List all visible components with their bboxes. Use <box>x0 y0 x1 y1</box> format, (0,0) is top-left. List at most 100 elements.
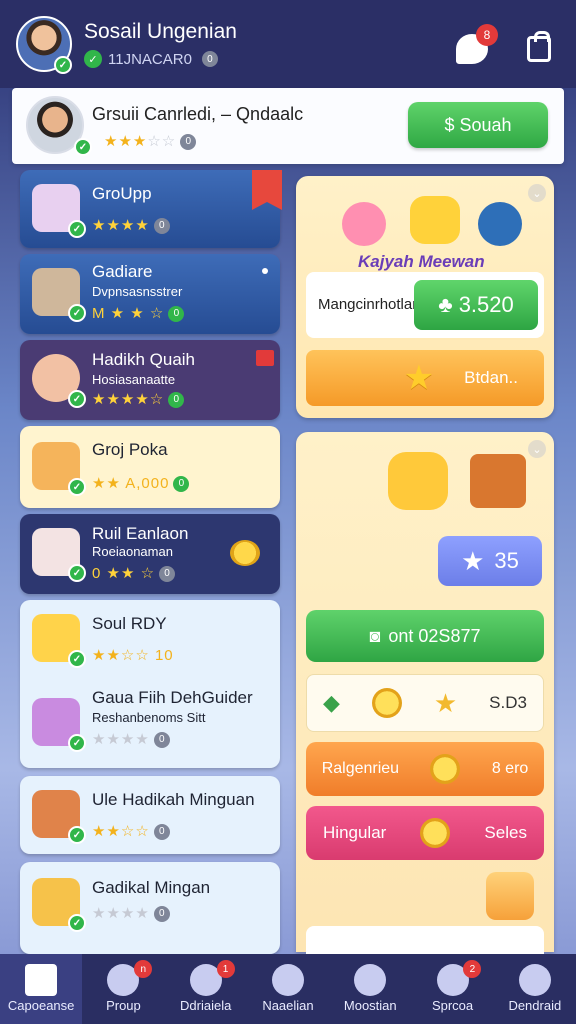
reward-row[interactable] <box>306 926 544 956</box>
flag-icon[interactable] <box>256 350 274 366</box>
group-badge: 0 <box>168 305 185 322</box>
bag-icon[interactable] <box>527 31 551 62</box>
group-thumbnail: ✓ <box>32 528 86 582</box>
group-title: Gadiare <box>92 262 153 281</box>
reward-value: Seles <box>484 823 527 842</box>
top-bar: ✓ Sosail Ungenian ✓ 11JNACAR0 0 8 <box>0 0 576 88</box>
group-list: ✓ GroUpp ★★★★ 0 ✓ Gadiare Dvpnsasnsstrer … <box>12 164 292 954</box>
reward-row[interactable]: Hingular Seles <box>306 806 544 860</box>
search-icon <box>271 964 304 996</box>
nav-home[interactable]: Capoeanse <box>0 954 83 1024</box>
nav-label: Proup <box>106 998 141 1013</box>
coin-icon <box>420 818 451 848</box>
gift-icon: ◙ <box>369 625 381 646</box>
promo-banner: Kajyah Meewan <box>338 196 528 276</box>
nav-label: Dendraid <box>508 998 562 1013</box>
group-rating: ★★★★ <box>92 217 150 234</box>
chevron-down-icon[interactable]: ⌄ <box>528 440 546 458</box>
coin-icon <box>230 540 260 566</box>
claim-label: Btdan.. <box>464 368 518 387</box>
chevron-down-icon[interactable]: ⌄ <box>528 184 546 202</box>
bookmark-icon[interactable] <box>252 170 282 210</box>
group-rating: ★★ A,000 <box>92 475 170 492</box>
info-badge: 0 <box>201 51 218 67</box>
nav-label: Naaelian <box>262 998 314 1013</box>
group-rating: ★★☆☆ 10 <box>92 647 174 664</box>
group-badge: 0 <box>153 731 170 748</box>
reward-value: S.D3 <box>489 693 527 712</box>
nav-label: Ddriaiela <box>180 998 232 1013</box>
nav-friends[interactable]: 2 Sprcoa <box>411 954 493 1024</box>
coin-icon <box>430 754 461 784</box>
nav-explore[interactable]: Moostian <box>329 954 411 1024</box>
stars-count: 35 <box>494 548 519 573</box>
group-subtitle: Reshanbenoms Sitt <box>92 710 206 725</box>
group-badge: 0 <box>168 391 185 408</box>
group-rating: 0 ★★ ☆ <box>92 565 156 582</box>
list-item[interactable]: ✓ Gadiare Dvpnsasnsstrer M ★ ★ ☆ 0 <box>20 254 280 334</box>
verified-icon: ✓ <box>68 220 86 238</box>
group-title: GroUpp <box>92 184 152 203</box>
basket-icon[interactable] <box>486 872 534 920</box>
list-item[interactable]: ✓ Ule Hadikah Minguan ★★☆☆ 0 <box>20 776 280 854</box>
group-subtitle: Dvpnsasnsstrer <box>92 284 183 299</box>
nav-badge: 2 <box>463 960 482 978</box>
nav-profile[interactable]: Dendraid <box>494 954 576 1024</box>
rating-badge: 0 <box>180 133 197 150</box>
group-rating: ★★☆☆ <box>92 823 150 840</box>
nav-messages[interactable]: 1 Ddriaiela <box>165 954 247 1024</box>
person-icon <box>518 964 551 996</box>
group-rating: ★★★★☆ <box>92 391 165 408</box>
nav-badge: n <box>134 960 153 978</box>
group-title: Hadikh Quaih <box>92 350 196 369</box>
list-item[interactable]: ✓ GroUpp ★★★★ 0 <box>20 170 282 248</box>
home-icon <box>25 964 58 996</box>
stars-empty: ☆☆ <box>147 133 177 150</box>
blob-mascot-icon <box>478 202 522 246</box>
clover-icon: ♣ <box>438 292 453 317</box>
list-item[interactable]: ✓ Gadikal Mingan ★★★★ 0 <box>20 862 280 954</box>
verified-icon: ✓ <box>68 478 86 496</box>
verified-icon: ✓ <box>68 564 86 582</box>
nav-group[interactable]: n Proup <box>82 954 164 1024</box>
group-rating: ★★★★ <box>92 905 150 922</box>
redeem-button[interactable]: ◙ ont 02S877 <box>306 610 544 662</box>
group-badge: 0 <box>153 905 170 922</box>
star-icon: ★ <box>461 545 485 576</box>
group-subtitle: Hosiasanaatte <box>92 372 176 387</box>
verified-icon: ✓ <box>68 650 86 668</box>
user-id-text: 11JNACAR0 <box>108 50 192 68</box>
list-item[interactable]: ✓ Soul RDY ★★☆☆ 10 ✓ Gaua Fiih DehGuider… <box>20 600 280 768</box>
search-button[interactable]: $ Souah <box>408 102 548 148</box>
mascot-icon <box>342 202 386 246</box>
group-thumbnail: ✓ <box>32 790 86 844</box>
balance-button[interactable]: ♣ 3.520 <box>414 280 538 330</box>
stars-count-button[interactable]: ★ 35 <box>438 536 542 586</box>
verified-icon: ✓ <box>68 390 86 408</box>
group-thumbnail: ✓ <box>32 268 86 322</box>
reward-row[interactable]: Ralgenrieu 8 ero <box>306 742 544 796</box>
nav-label: Moostian <box>343 998 397 1013</box>
coin-icon <box>371 688 402 718</box>
group-thumbnail: ✓ <box>32 442 86 496</box>
group-rating: M ★ ★ ☆ <box>92 305 165 322</box>
stars-filled: ★★★ <box>104 133 148 150</box>
star-mascot-icon <box>410 196 460 244</box>
verified-icon: ✓ <box>68 304 86 322</box>
group-title: Ruil Eanlaon <box>92 524 189 543</box>
group-title: Gadikal Mingan <box>92 878 211 897</box>
group-thumbnail: ✓ <box>32 878 86 932</box>
claim-button[interactable]: ★ Btdan.. <box>306 350 544 406</box>
rewards-panel: ⌄ ★ 35 ◙ ont 02S877 ◆ ★ S.D3 Ralgenrieu … <box>296 432 554 956</box>
star-icon: ★ <box>433 687 458 718</box>
profile-rating: ★★★☆☆ 0 <box>104 132 197 151</box>
redeem-label: ont 02S877 <box>388 625 481 646</box>
group-thumbnail: ✓ <box>32 614 86 668</box>
balance-label: Mangcinrhotlar <box>318 296 418 313</box>
balance-row: Mangcinrhotlar ♣ 3.520 <box>306 272 544 338</box>
list-item[interactable]: ✓ Groj Poka ★★ A,000 0 <box>20 426 280 508</box>
list-item[interactable]: ✓ Ruil Eanlaon Roeiaonaman 0 ★★ ☆ 0 <box>20 514 280 594</box>
list-item[interactable]: ✓ Hadikh Quaih Hosiasanaatte ★★★★☆ 0 <box>20 340 280 420</box>
nav-search[interactable]: Naaelian <box>247 954 329 1024</box>
reward-row[interactable]: ◆ ★ S.D3 <box>306 674 544 732</box>
